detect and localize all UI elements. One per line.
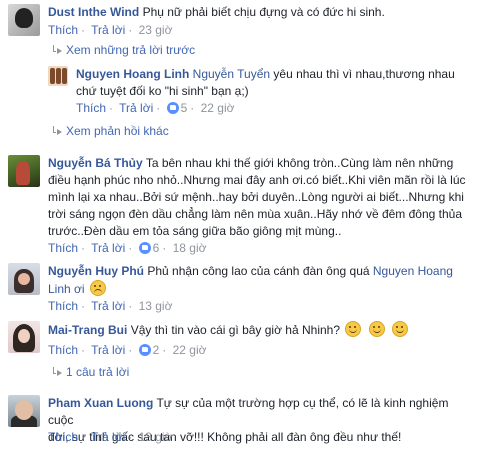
comment-text: Phủ nhận công lao của cánh đàn ông quá (147, 264, 370, 278)
smile-emoji-icon (392, 321, 409, 337)
like-icon[interactable] (166, 102, 179, 114)
like-button[interactable]: Thích (48, 23, 78, 37)
like-count[interactable]: 2 (151, 343, 160, 357)
comment-text: Vậy thì tin vào cái gì bây giờ hả Nhinh? (130, 323, 341, 337)
avatar[interactable] (8, 321, 40, 353)
smile-emoji-icon (345, 321, 362, 337)
comment-time[interactable]: 18 giờ (173, 241, 207, 255)
view-replies-link[interactable]: 1 câu trả lời (52, 364, 129, 380)
comment-text-line2: chứ tuyệt đối ko "hi sinh" bạn ạ;) (76, 84, 249, 98)
reply-arrow-icon (52, 367, 62, 377)
like-icon[interactable] (138, 242, 151, 254)
avatar[interactable] (8, 263, 40, 295)
avatar[interactable] (8, 395, 40, 427)
view-more-replies-link[interactable]: Xem phản hồi khác (52, 123, 169, 139)
commenter-name[interactable]: Nguyễn Bá Thủy (48, 156, 143, 170)
like-count[interactable]: 5 (179, 101, 188, 115)
like-button[interactable]: Thích (48, 299, 78, 313)
tagged-user[interactable]: Nguyễn Tuyển (193, 67, 270, 81)
like-count[interactable]: 6 (151, 241, 160, 255)
reply-button[interactable]: Trả lời (91, 430, 125, 444)
comment-text-line5: trước..Đèn dầu em tỏa sáng giữa bão giôn… (48, 224, 342, 238)
like-button[interactable]: Thích (48, 343, 78, 357)
like-button[interactable]: Thích (48, 430, 78, 444)
like-button[interactable]: Thích (76, 101, 106, 115)
commenter-name[interactable]: Mai-Trang Bui (48, 323, 127, 337)
comment-text: Ta bên nhau khi thế giới không tròn..Cùn… (145, 156, 454, 170)
avatar[interactable] (8, 155, 40, 187)
comment-time[interactable]: 13 giờ (139, 430, 173, 444)
reply-button[interactable]: Trả lời (91, 23, 125, 37)
view-previous-replies-link[interactable]: Xem những trả lời trước (52, 42, 195, 58)
avatar[interactable] (48, 66, 68, 86)
reply-button[interactable]: Trả lời (91, 299, 125, 313)
like-button[interactable]: Thích (48, 241, 78, 255)
reply-arrow-icon (52, 126, 62, 136)
comment-text: yêu nhau thì vì nhau,thương nhau (273, 67, 455, 81)
reply-arrow-icon (52, 45, 62, 55)
comment-time[interactable]: 13 giờ (139, 299, 173, 313)
commenter-name[interactable]: Nguyen Hoang Linh (76, 67, 189, 81)
tagged-user[interactable]: Nguyen Hoang (373, 264, 453, 278)
comment-text: Phụ nữ phải biết chịu đựng và có đức hi … (142, 5, 385, 19)
smile-emoji-icon (368, 321, 385, 337)
comment-text-line4: trời sáng ngọn đèn dầu chẳng làm nên mùa… (48, 207, 463, 221)
like-icon[interactable] (138, 344, 151, 356)
reply-button[interactable]: Trả lời (119, 101, 153, 115)
comment-time[interactable]: 23 giờ (139, 23, 173, 37)
sad-emoji-icon (89, 280, 106, 296)
tagged-user-cont[interactable]: Linh ơi (48, 282, 85, 296)
comment-time[interactable]: 22 giờ (201, 101, 235, 115)
reply-button[interactable]: Trả lời (91, 343, 125, 357)
comment-time[interactable]: 22 giờ (173, 343, 207, 357)
commenter-name[interactable]: Pham Xuan Luong (48, 396, 153, 410)
reply-button[interactable]: Trả lời (91, 241, 125, 255)
comment-text-line2: điều hạnh phúc nho nhỏ..Nhưng mai đây an… (48, 173, 466, 187)
comment-text-line3: mình lại xa nhau..Bởi sứ mệnh..hay bởi d… (48, 190, 464, 204)
avatar[interactable] (8, 4, 40, 36)
commenter-name[interactable]: Dust Inthe Wind (48, 5, 139, 19)
commenter-name[interactable]: Nguyễn Huy Phú (48, 264, 144, 278)
